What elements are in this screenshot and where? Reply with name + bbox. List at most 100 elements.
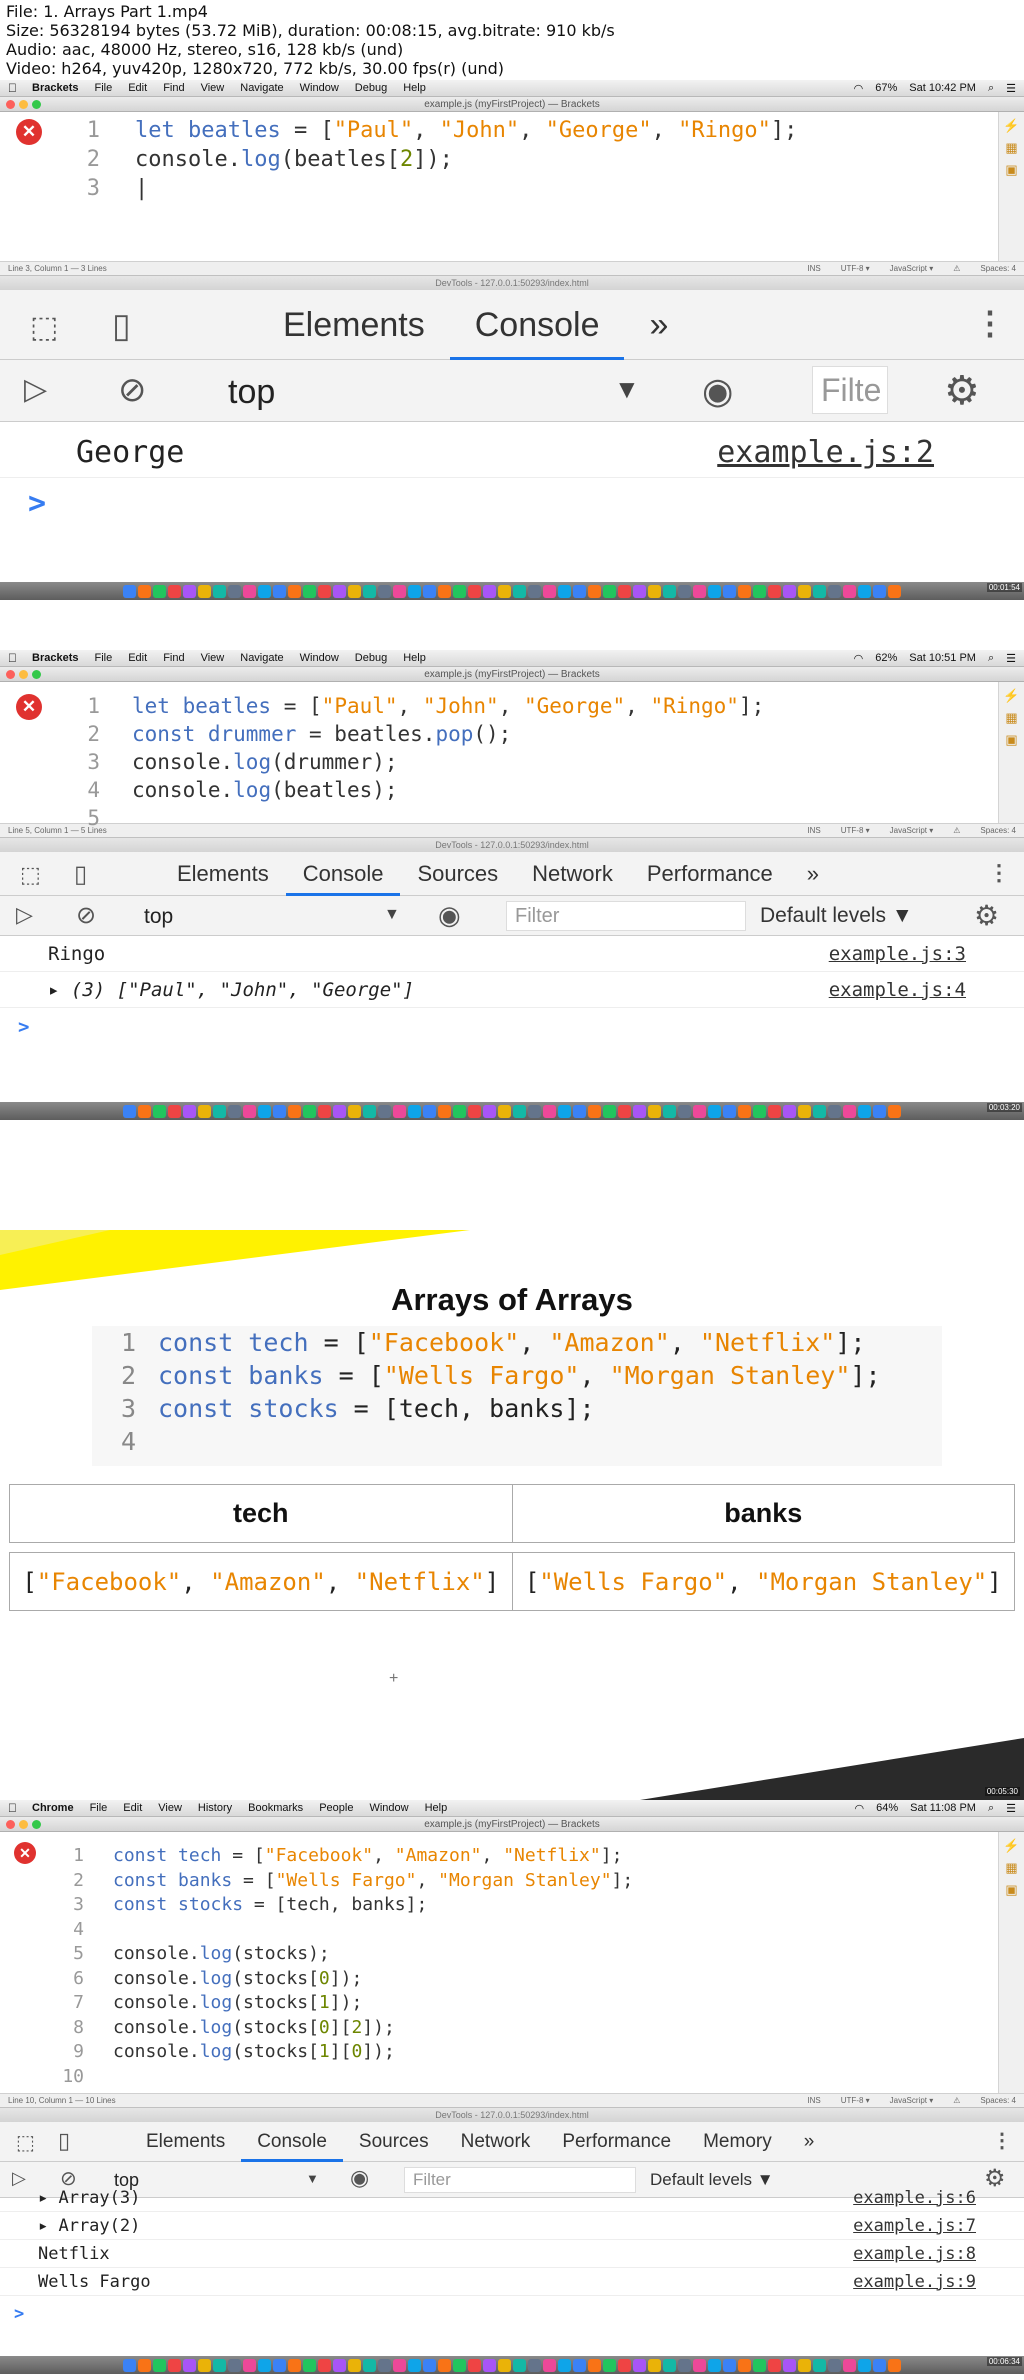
dock-app-icon[interactable] (348, 584, 361, 598)
dock-app-icon[interactable] (318, 1104, 331, 1118)
dock-app-icon[interactable] (348, 1104, 361, 1118)
log-levels-select[interactable]: Default levels ▼ (760, 904, 913, 928)
menu-file[interactable]: File (94, 82, 112, 94)
dock-app-icon[interactable] (213, 2358, 226, 2372)
language-select[interactable]: JavaScript ▾ (890, 264, 934, 273)
dock-app-icon[interactable] (648, 584, 661, 598)
tab-network[interactable]: Network (445, 2122, 547, 2162)
console-source-link[interactable]: example.js:2 (717, 435, 934, 470)
dock-app-icon[interactable] (393, 2358, 406, 2372)
tab-performance[interactable]: Performance (630, 852, 790, 896)
dock-app-icon[interactable] (813, 1104, 826, 1118)
encoding-select[interactable]: UTF-8 ▾ (841, 2096, 870, 2105)
dock-app-icon[interactable] (258, 584, 271, 598)
dock-app-icon[interactable] (573, 1104, 586, 1118)
code-line[interactable]: 3 | (0, 174, 149, 203)
dock-app-icon[interactable] (513, 2358, 526, 2372)
console-source-link[interactable]: example.js:9 (853, 2272, 976, 2292)
dock-app-icon[interactable] (573, 2358, 586, 2372)
wifi-icon[interactable]: ◠ (854, 1802, 864, 1815)
code-line[interactable]: 3 const stocks = [tech, banks]; (0, 1893, 427, 1918)
dock-app-icon[interactable] (183, 584, 196, 598)
tab-sources[interactable]: Sources (400, 852, 515, 896)
dock-app-icon[interactable] (168, 1104, 181, 1118)
menubar-clock[interactable]: Sat 11:08 PM (910, 1802, 976, 1814)
warning-icon[interactable]: ⚠ (953, 2096, 960, 2105)
dock-app-icon[interactable] (333, 2358, 346, 2372)
dock-app-icon[interactable] (438, 2358, 451, 2372)
dock-app-icon[interactable] (603, 584, 616, 598)
dock-app-icon[interactable] (498, 2358, 511, 2372)
dock-app-icon[interactable] (483, 1104, 496, 1118)
console-source-link[interactable]: example.js:6 (853, 2188, 976, 2208)
dock-app-icon[interactable] (783, 584, 796, 598)
dock-app-icon[interactable] (783, 1104, 796, 1118)
context-select[interactable]: top (144, 905, 173, 929)
dock-app-icon[interactable] (363, 584, 376, 598)
menu-people[interactable]: People (319, 1802, 353, 1814)
battery-level[interactable]: 64% (876, 1802, 898, 1814)
menu-navigate[interactable]: Navigate (240, 82, 283, 94)
extension-manager-icon[interactable]: ▦ (999, 140, 1024, 156)
dock-app-icon[interactable] (573, 584, 586, 598)
inspect-element-icon[interactable]: ⬚ (16, 2130, 35, 2155)
dock-app-icon[interactable] (663, 2358, 676, 2372)
menu-history[interactable]: History (198, 1802, 232, 1814)
menu-list-icon[interactable]: ☰ (1006, 82, 1016, 95)
dock-app-icon[interactable] (828, 584, 841, 598)
clear-console-icon[interactable]: ⊘ (76, 901, 96, 930)
code-line[interactable]: 1 let beatles = ["Paul", "John", "George"… (0, 116, 798, 145)
menu-view[interactable]: View (201, 82, 225, 94)
dock-app-icon[interactable] (468, 2358, 481, 2372)
tab-console[interactable]: Console (241, 2122, 343, 2162)
menubar-app-name[interactable]: Chrome (32, 1802, 74, 1814)
dock-app-icon[interactable] (423, 584, 436, 598)
dock-app-icon[interactable] (813, 2358, 826, 2372)
dock-app-icon[interactable] (198, 584, 211, 598)
console-message-text[interactable]: ▸ Array(3) (38, 2188, 140, 2208)
code-line[interactable]: 2 const banks = ["Wells Fargo", "Morgan S… (0, 1869, 633, 1894)
dock-app-icon[interactable] (423, 1104, 436, 1118)
menu-find[interactable]: Find (163, 82, 184, 94)
dock-app-icon[interactable] (588, 2358, 601, 2372)
dock-app-icon[interactable] (693, 584, 706, 598)
dock-app-icon[interactable] (498, 584, 511, 598)
live-expression-icon[interactable]: ◉ (702, 370, 733, 412)
wifi-icon[interactable]: ◠ (854, 82, 864, 95)
dock-app-icon[interactable] (558, 1104, 571, 1118)
extension-icon[interactable]: ▣ (999, 732, 1024, 748)
menu-edit[interactable]: Edit (123, 1802, 142, 1814)
dock-app-icon[interactable] (153, 2358, 166, 2372)
encoding-select[interactable]: UTF-8 ▾ (841, 264, 870, 273)
dock-app-icon[interactable] (273, 2358, 286, 2372)
menu-help[interactable]: Help (403, 82, 426, 94)
dock-app-icon[interactable] (618, 584, 631, 598)
dock-app-icon[interactable] (738, 584, 751, 598)
tab-network[interactable]: Network (515, 852, 630, 896)
dock-icons[interactable] (123, 2358, 901, 2372)
dock-app-icon[interactable] (228, 1104, 241, 1118)
extension-manager-icon[interactable]: ▦ (999, 710, 1024, 726)
code-line[interactable]: 2 const drummer = beatles.pop(); (0, 720, 511, 748)
dock-app-icon[interactable] (678, 1104, 691, 1118)
menu-file[interactable]: File (94, 652, 112, 664)
dock-app-icon[interactable] (303, 2358, 316, 2372)
menu-find[interactable]: Find (163, 652, 184, 664)
menu-bookmarks[interactable]: Bookmarks (248, 1802, 303, 1814)
dock-app-icon[interactable] (768, 584, 781, 598)
minimize-window-button[interactable] (19, 670, 28, 679)
close-window-button[interactable] (6, 670, 15, 679)
dock-app-icon[interactable] (273, 1104, 286, 1118)
dock-app-icon[interactable] (198, 2358, 211, 2372)
dock-app-icon[interactable] (618, 2358, 631, 2372)
menu-view[interactable]: View (201, 652, 225, 664)
zoom-window-button[interactable] (32, 670, 41, 679)
battery-level[interactable]: 62% (875, 652, 897, 664)
tab-performance[interactable]: Performance (546, 2122, 687, 2162)
dock-app-icon[interactable] (888, 2358, 901, 2372)
dock-app-icon[interactable] (318, 2358, 331, 2372)
apple-icon[interactable]:  (8, 81, 20, 95)
code-editor[interactable]: ✕ 1 const tech = ["Facebook", "Amazon", "… (0, 1832, 1024, 2094)
tab-console[interactable]: Console (449, 290, 625, 360)
menu-debug[interactable]: Debug (355, 652, 387, 664)
